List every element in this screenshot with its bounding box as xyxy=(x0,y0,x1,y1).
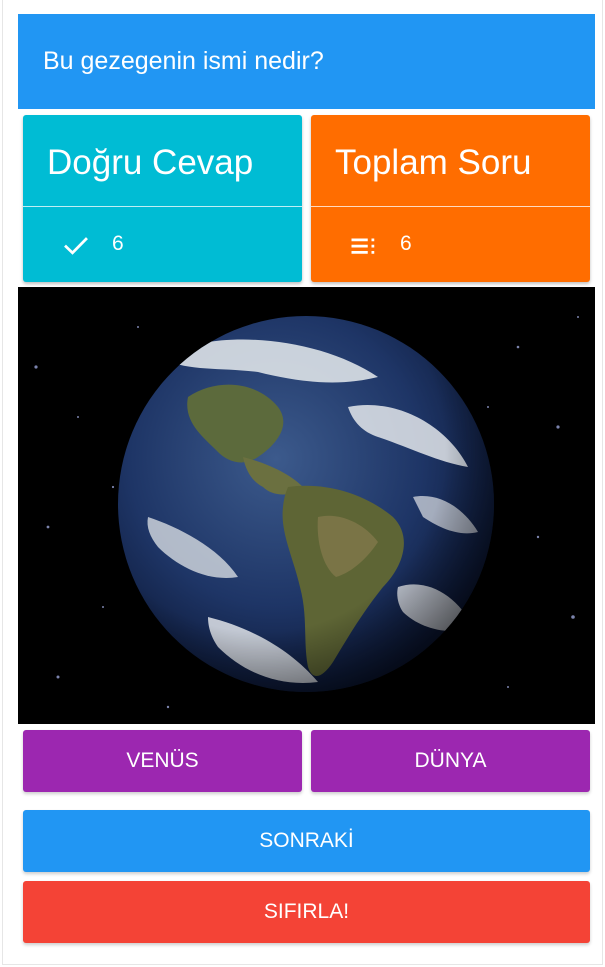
question-text: Bu gezegenin ismi nedir? xyxy=(43,47,324,75)
answer-button-2[interactable]: DÜNYA xyxy=(311,730,590,792)
next-button[interactable]: SONRAKİ xyxy=(23,810,590,872)
total-questions-title: Toplam Soru xyxy=(335,143,532,182)
correct-answers-card: Doğru Cevap 6 xyxy=(23,115,302,282)
correct-answers-footer: 6 xyxy=(23,207,302,282)
correct-answers-title: Doğru Cevap xyxy=(47,143,254,182)
total-questions-card: Toplam Soru 6 xyxy=(311,115,590,282)
answer-button-1[interactable]: VENÜS xyxy=(23,730,302,792)
check-icon xyxy=(61,231,91,261)
list-icon xyxy=(349,231,379,261)
correct-answers-count: 6 xyxy=(112,232,124,255)
question-header: Bu gezegenin ismi nedir? xyxy=(18,14,595,109)
planet-image xyxy=(18,287,595,724)
total-questions-footer: 6 xyxy=(311,207,590,282)
reset-button[interactable]: SIFIRLA! xyxy=(23,881,590,943)
total-questions-count: 6 xyxy=(400,232,412,255)
